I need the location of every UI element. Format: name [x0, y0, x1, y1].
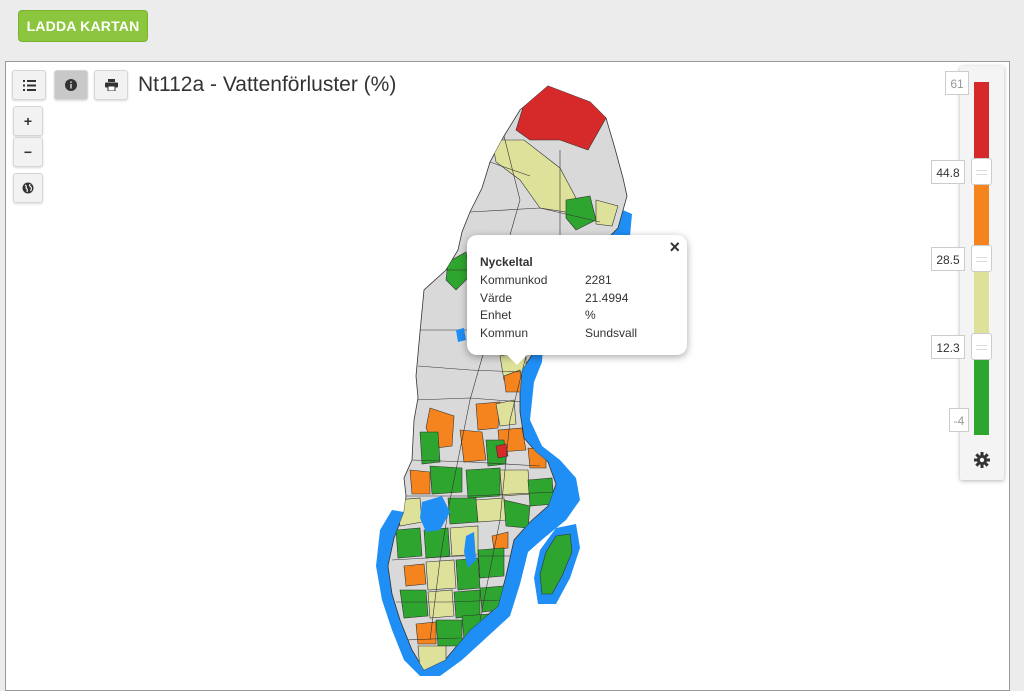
popup-key: Kommunkod: [480, 273, 548, 287]
map-title: Nt112a - Vattenförluster (%): [138, 73, 397, 96]
popup-row: Kommunkod 2281: [480, 272, 675, 290]
print-icon: [104, 79, 118, 91]
popup-value: 21.4994: [585, 290, 629, 305]
popup-tail: [507, 355, 527, 365]
municipality-s-light5[interactable]: [425, 559, 457, 591]
popup-value: Sundsvall: [585, 325, 638, 340]
legend-break-label: 44.8: [931, 160, 965, 184]
legend-slider-handle[interactable]: [971, 333, 992, 360]
print-button[interactable]: [94, 70, 128, 100]
municipality-s-green4[interactable]: [447, 497, 479, 525]
municipality-s-green2[interactable]: [465, 467, 501, 499]
legend-break-label: 28.5: [931, 247, 965, 271]
legend-slider-handle[interactable]: [971, 245, 992, 272]
popup-key: Värde: [480, 290, 513, 305]
municipality-s-green8[interactable]: [477, 547, 505, 579]
gotland[interactable]: [539, 533, 573, 595]
municipality-central-orange2[interactable]: [459, 429, 487, 463]
popup-close-button[interactable]: ×: [669, 237, 680, 258]
municipality-kiruna[interactable]: [515, 80, 607, 151]
popup-key: Enhet: [480, 308, 512, 322]
municipality-s-orange1[interactable]: [409, 469, 431, 495]
gear-icon: [974, 452, 990, 468]
municipality-s-green7[interactable]: [423, 527, 451, 559]
list-icon: [22, 79, 36, 91]
municipality-s-green6[interactable]: [395, 527, 423, 559]
popup-value: 2281: [585, 273, 612, 287]
municipality-central-light1[interactable]: [495, 399, 517, 427]
legend-break-label: 12.3: [931, 335, 965, 359]
legend-band-high: [974, 82, 989, 170]
municipality-s-green11[interactable]: [453, 589, 481, 619]
popup-value: %: [585, 308, 596, 322]
municipality-s-light2[interactable]: [475, 497, 507, 523]
legend-slider-handle[interactable]: [971, 158, 992, 185]
layers-list-button[interactable]: [12, 70, 46, 100]
municipality-s-green13[interactable]: [435, 619, 463, 647]
legend-max-label: 61: [945, 71, 969, 95]
info-popup: × Nyckeltal Kommunkod 2281 Värde 21.4994 E…: [467, 235, 687, 365]
municipality-central-green1[interactable]: [419, 431, 441, 465]
municipality-s-green10[interactable]: [399, 589, 429, 619]
municipality-s-light6[interactable]: [427, 589, 455, 619]
popup-row: Kommun Sundsvall: [480, 325, 675, 343]
municipality-s-orange3[interactable]: [403, 563, 427, 587]
zoom-in-button[interactable]: +: [13, 106, 43, 136]
popup-key: Kommun: [480, 325, 529, 340]
info-icon: [65, 79, 77, 91]
globe-icon: [22, 182, 34, 194]
municipality-s-green1[interactable]: [429, 465, 463, 495]
legend-min-label: -4: [949, 408, 969, 432]
zoom-out-button[interactable]: −: [13, 137, 43, 167]
popup-heading: Nyckeltal: [480, 255, 533, 269]
popup-row: Värde 21.4994: [480, 290, 675, 308]
popup-row: Enhet%: [480, 307, 675, 325]
reset-view-button[interactable]: [13, 173, 43, 203]
legend-settings-button[interactable]: [971, 449, 993, 471]
info-button[interactable]: [54, 70, 88, 100]
municipality-s-orange4[interactable]: [415, 621, 437, 645]
